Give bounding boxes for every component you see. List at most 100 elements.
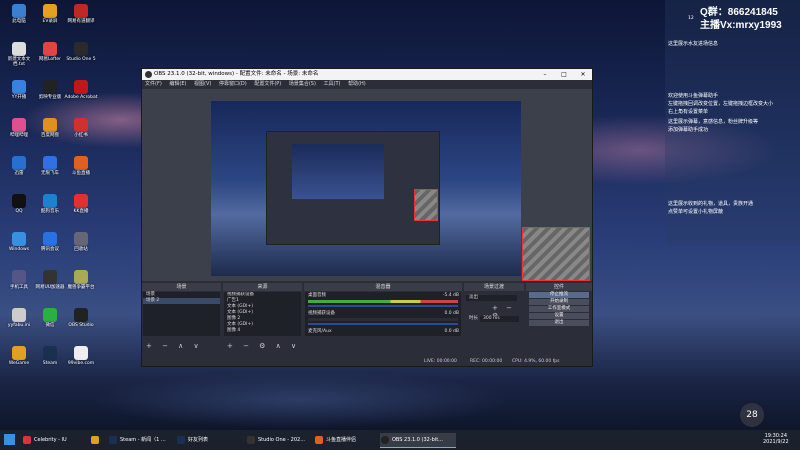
mixer-channel-db: -5.4 dB — [442, 293, 459, 298]
desktop-icon-label: 魔兽争霸平台 — [67, 285, 95, 290]
start-icon[interactable] — [4, 434, 15, 445]
menu-scene-collection[interactable]: 场景集合(S) — [289, 81, 316, 87]
obs-window[interactable]: OBS 23.1.0 (32-bit, windows) - 配置文件: 未命名… — [141, 68, 593, 367]
menu-docks[interactable]: 停靠窗口(D) — [219, 81, 247, 87]
volume-slider[interactable] — [308, 305, 458, 307]
desktop-icon[interactable]: 小红书 — [64, 118, 98, 138]
desktop-icon[interactable]: Steam — [33, 346, 67, 366]
menu-edit[interactable]: 编辑(E) — [169, 81, 186, 87]
desktop-icon[interactable]: YY开播 — [2, 80, 36, 100]
minimize-button[interactable]: – — [536, 69, 554, 80]
desktop-icon[interactable]: Adobe Acrobat — [64, 80, 98, 100]
mixer-channel-label: 麦克风/Aux — [308, 329, 332, 334]
app-icon — [43, 80, 57, 94]
desktop-icon[interactable]: 网易有道翻译 — [64, 4, 98, 24]
desktop-icon[interactable]: 哔哩哔哩 — [2, 118, 36, 138]
desktop-icon[interactable]: Studio One 5 — [64, 42, 98, 62]
desktop-icon[interactable]: OBS Studio — [64, 308, 98, 328]
scene-item[interactable]: 场景 2 — [143, 298, 220, 304]
app-icon — [12, 194, 26, 208]
desktop-icon-label: Windows — [8, 247, 30, 252]
app-icon — [12, 80, 26, 94]
app-icon — [12, 118, 26, 132]
source-toolbar[interactable]: + − ⚙ ∧ ∨ — [227, 342, 300, 350]
desktop-icon[interactable]: 99vibe.com — [64, 346, 98, 366]
menu-profile[interactable]: 配置文件(P) — [254, 81, 281, 87]
obs-logo-icon — [145, 71, 152, 78]
taskbar-item[interactable]: 好友列表 — [176, 433, 252, 447]
desktop-icon[interactable]: 手机工具 — [2, 270, 36, 290]
desktop-icon[interactable]: 微信 — [33, 308, 67, 328]
desktop-icon[interactable]: 新建文本文档.txt — [2, 42, 36, 67]
mixer-header: 混音器 — [304, 283, 462, 291]
obs-titlebar[interactable]: OBS 23.1.0 (32-bit, windows) - 配置文件: 未命名… — [142, 69, 592, 80]
taskbar-item[interactable]: Celebrity - IU — [22, 433, 96, 447]
source-placeholder-box[interactable] — [522, 227, 590, 281]
desktop-icon[interactable]: 无限飞车 — [33, 156, 67, 176]
settings-button[interactable]: 设置 — [529, 313, 589, 319]
chrome-icon — [91, 436, 99, 444]
source-item[interactable]: 图像 4 — [224, 328, 301, 334]
desktop-icon-label: 哔哩哔哩 — [10, 133, 28, 138]
taskbar-item[interactable]: Steam - 新闻（1 ... — [108, 433, 184, 447]
stop-streaming-button[interactable]: 停止推流 — [529, 292, 589, 298]
app-icon — [74, 80, 88, 94]
desktop-icon[interactable]: 剪映专业版 — [33, 80, 67, 100]
app-icon — [74, 4, 88, 18]
desktop-icon-label: 微信 — [45, 323, 55, 328]
desktop-icon[interactable]: 网易Lofter — [33, 42, 67, 62]
mixer-channel-label: 视频捕获设备 — [308, 311, 335, 316]
desktop-icon[interactable]: KK直播 — [64, 194, 98, 214]
desktop-icon-label: yyfabu.ini — [7, 323, 31, 328]
maximize-button[interactable]: □ — [555, 69, 573, 80]
preview-canvas[interactable] — [211, 101, 521, 276]
overlay-line: 添加弹幕助手成功 — [668, 127, 709, 133]
desktop-icon[interactable]: 百度网盘 — [33, 118, 67, 138]
taskbar-item[interactable]: 斗鱼直播伴侣 — [314, 433, 388, 447]
nested-obs-canvas — [292, 144, 384, 199]
exit-button[interactable]: 退出 — [529, 320, 589, 326]
app-icon — [43, 194, 57, 208]
sources-dock: 来源 视频捕获设备 广告1 文本 (GDI+) 文本 (GDI+) 图像 2 文… — [223, 283, 302, 353]
overlay-line: 这里展示收到的礼物，道具，贵族开通 — [668, 201, 754, 207]
desktop-icon[interactable]: 网易UU加速器 — [33, 270, 67, 290]
app-icon — [74, 42, 88, 56]
overlay-line: 点赞单可设置小礼物屏蔽 — [668, 209, 724, 215]
studio-mode-button[interactable]: 工作室模式 — [529, 306, 589, 312]
menu-file[interactable]: 文件(F) — [145, 81, 162, 87]
desktop-icon[interactable]: WeGame — [2, 346, 36, 366]
desktop-icon-label: 99vibe.com — [67, 361, 95, 366]
desktop-icon-label: Adobe Acrobat — [64, 95, 98, 100]
nested-source-placeholder — [414, 189, 438, 221]
close-button[interactable]: ✕ — [574, 69, 592, 80]
transition-select[interactable]: 淡出 — [466, 295, 517, 301]
menu-tools[interactable]: 工具(T) — [324, 81, 341, 87]
start-recording-button[interactable]: 开始录制 — [529, 299, 589, 305]
overlay-counter: 12 — [688, 16, 694, 21]
desktop-icon[interactable]: 回收站 — [64, 232, 98, 252]
menu-help[interactable]: 帮助(H) — [348, 81, 366, 87]
app-icon — [12, 308, 26, 322]
taskbar-item[interactable]: OBS 23.1.0 (32-bit... — [380, 433, 456, 448]
menu-view[interactable]: 视图(V) — [194, 81, 211, 87]
desktop-icon[interactable]: 魔兽争霸平台 — [64, 270, 98, 290]
desktop-icon[interactable]: 酷狗音乐 — [33, 194, 67, 214]
desktop-icon[interactable]: QQ — [2, 194, 36, 214]
desktop-icon[interactable]: 斗鱼直播 — [64, 156, 98, 176]
desktop-icon[interactable]: 腾讯会议 — [33, 232, 67, 252]
desktop-icon[interactable]: EV录屏 — [33, 4, 67, 24]
desktop-icon-label: 百度网盘 — [41, 133, 59, 138]
taskbar-item[interactable]: Studio One - 202... — [246, 433, 322, 447]
app-icon — [74, 308, 88, 322]
volume-slider[interactable] — [308, 323, 458, 325]
clock[interactable]: 19:30:24 2021/9/22 — [763, 433, 789, 445]
transitions-dock: 场景过渡 淡出 + − ⚙ 时长 300 ms — [464, 283, 524, 353]
duration-input[interactable]: 300 ms — [480, 316, 519, 322]
app-icon — [74, 118, 88, 132]
notification-badge[interactable]: 28 — [740, 403, 764, 427]
desktop-icon[interactable]: 迅雷 — [2, 156, 36, 176]
desktop-icon[interactable]: 此电脑 — [2, 4, 36, 24]
desktop-icon[interactable]: yyfabu.ini — [2, 308, 36, 328]
desktop-icon[interactable]: Windows — [2, 232, 36, 252]
scene-toolbar[interactable]: + − ∧ ∨ — [146, 342, 203, 350]
